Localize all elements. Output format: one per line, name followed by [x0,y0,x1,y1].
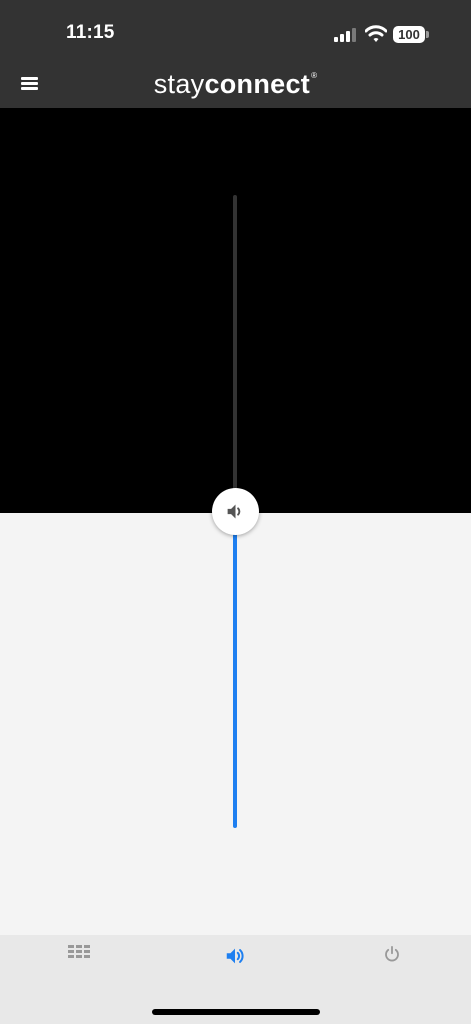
wifi-icon [364,25,388,43]
volume-icon [226,948,244,964]
volume-track-filled[interactable] [233,511,237,828]
tab-volume[interactable] [157,935,314,975]
signal-icon [334,28,358,42]
volume-track-remaining[interactable] [233,195,237,511]
power-icon [385,945,399,962]
status-bar: 11:15 100 [0,0,471,62]
speaker-icon [227,504,241,519]
keypad-grid-icon [68,945,90,958]
volume-slider-thumb[interactable] [212,488,259,535]
home-indicator [152,1009,320,1015]
status-time: 11:15 [66,22,115,43]
app-header: stayconnect® [0,62,471,108]
tab-power[interactable] [314,935,471,975]
brand-logo: stayconnect® [153,69,318,99]
battery-icon: 100 [393,26,429,43]
tab-keypad[interactable] [0,935,157,975]
battery-level: 100 [393,26,425,43]
